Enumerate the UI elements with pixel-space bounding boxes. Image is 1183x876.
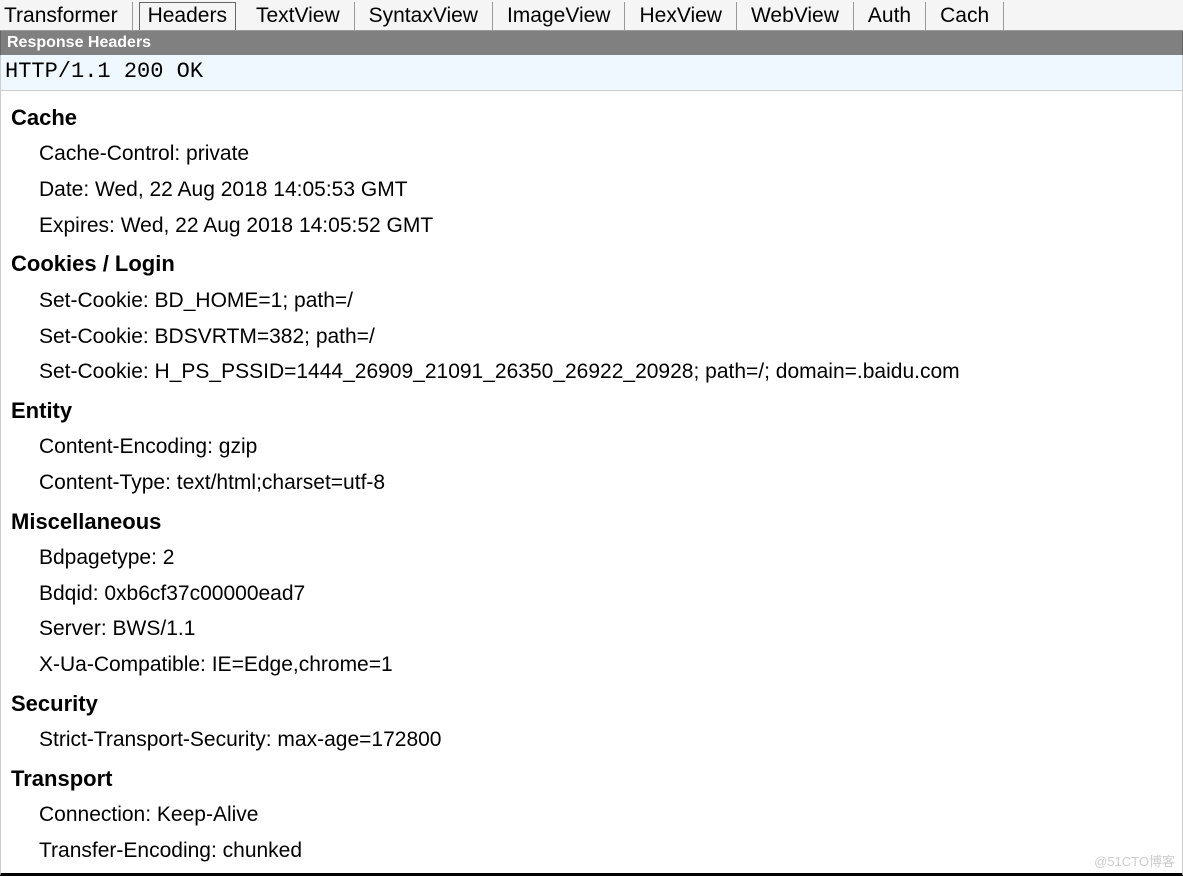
- response-headers-label: Response Headers: [0, 31, 1183, 55]
- tab-imageview[interactable]: ImageView: [493, 2, 626, 30]
- tab-textview[interactable]: TextView: [242, 2, 355, 30]
- header-line[interactable]: Content-Type: text/html;charset=utf-8: [3, 465, 1180, 501]
- watermark: @51CTO博客: [1094, 851, 1175, 870]
- tab-bar: Transformer Headers TextView SyntaxView …: [0, 0, 1183, 31]
- header-line[interactable]: Content-Encoding: gzip: [3, 429, 1180, 465]
- group-title-miscellaneous: Miscellaneous: [3, 503, 1180, 540]
- tab-transformer[interactable]: Transformer: [0, 2, 133, 30]
- header-line[interactable]: Connection: Keep-Alive: [3, 797, 1180, 833]
- header-line[interactable]: Date: Wed, 22 Aug 2018 14:05:53 GMT: [3, 172, 1180, 208]
- group-title-cookies-login: Cookies / Login: [3, 245, 1180, 282]
- tab-webview[interactable]: WebView: [737, 2, 854, 30]
- group-title-security: Security: [3, 685, 1180, 722]
- tab-caching[interactable]: Cach: [926, 2, 1004, 30]
- tab-auth[interactable]: Auth: [854, 2, 926, 30]
- header-line[interactable]: Set-Cookie: H_PS_PSSID=1444_26909_21091_…: [3, 354, 1180, 390]
- header-line[interactable]: Expires: Wed, 22 Aug 2018 14:05:52 GMT: [3, 208, 1180, 244]
- group-title-entity: Entity: [3, 392, 1180, 429]
- header-line[interactable]: Bdpagetype: 2: [3, 540, 1180, 576]
- header-line[interactable]: Cache-Control: private: [3, 136, 1180, 172]
- group-title-transport: Transport: [3, 760, 1180, 797]
- http-status-line: HTTP/1.1 200 OK: [0, 55, 1183, 91]
- header-line[interactable]: Set-Cookie: BDSVRTM=382; path=/: [3, 319, 1180, 355]
- header-line[interactable]: Server: BWS/1.1: [3, 611, 1180, 647]
- header-line[interactable]: X-Ua-Compatible: IE=Edge,chrome=1: [3, 647, 1180, 683]
- headers-content: Cache Cache-Control: private Date: Wed, …: [0, 91, 1183, 876]
- header-line[interactable]: Transfer-Encoding: chunked: [3, 833, 1180, 869]
- header-line[interactable]: Bdqid: 0xb6cf37c00000ead7: [3, 576, 1180, 612]
- group-title-cache: Cache: [3, 99, 1180, 136]
- header-line[interactable]: Set-Cookie: BD_HOME=1; path=/: [3, 283, 1180, 319]
- tab-hexview[interactable]: HexView: [625, 2, 736, 30]
- tab-headers[interactable]: Headers: [139, 2, 236, 30]
- header-line[interactable]: Strict-Transport-Security: max-age=17280…: [3, 722, 1180, 758]
- tab-syntaxview[interactable]: SyntaxView: [355, 2, 493, 30]
